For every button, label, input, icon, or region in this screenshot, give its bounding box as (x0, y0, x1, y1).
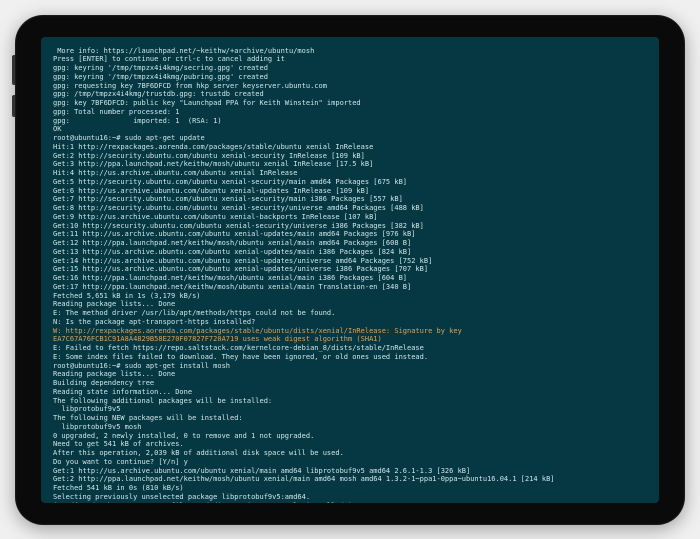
terminal-line: Reading package lists... Done (53, 370, 647, 379)
terminal-line: Get:2 http://ppa.launchpad.net/keithw/mo… (53, 475, 647, 484)
terminal-line: Get:14 http://us.archive.ubuntu.com/ubun… (53, 257, 647, 266)
terminal-line: The following additional packages will b… (53, 397, 647, 406)
terminal-line: Reading state information... Done (53, 388, 647, 397)
terminal-line: gpg: /tmp/tmpzx4i4kmg/trustdb.gpg: trust… (53, 90, 647, 99)
terminal-line: (Reading database ... 93124 files and di… (53, 502, 647, 503)
terminal-line: Hit:4 http://us.archive.ubuntu.com/ubunt… (53, 169, 647, 178)
terminal-line: E: Failed to fetch https://repo.saltstac… (53, 344, 647, 353)
terminal-line: Get:9 http://us.archive.ubuntu.com/ubunt… (53, 213, 647, 222)
terminal-line: More info: https://launchpad.net/~keithw… (53, 47, 647, 56)
terminal-line: 0 upgraded, 2 newly installed, 0 to remo… (53, 432, 647, 441)
terminal-line: Get:17 http://ppa.launchpad.net/keithw/m… (53, 283, 647, 292)
terminal-line: gpg: imported: 1 (RSA: 1) (53, 117, 647, 126)
terminal-line: gpg: key 7BF6DFCD: public key "Launchpad… (53, 99, 647, 108)
terminal-line: Get:5 http://security.ubuntu.com/ubuntu … (53, 178, 647, 187)
terminal-line: Selecting previously unselected package … (53, 493, 647, 502)
terminal-line: The following NEW packages will be insta… (53, 414, 647, 423)
terminal-line: Building dependency tree (53, 379, 647, 388)
device-side-button (12, 95, 15, 117)
terminal-line: Get:3 http://ppa.launchpad.net/keithw/mo… (53, 160, 647, 169)
terminal-line: Fetched 5,651 kB in 1s (3,179 kB/s) (53, 292, 647, 301)
terminal-line: OK (53, 125, 647, 134)
terminal-line: Get:11 http://us.archive.ubuntu.com/ubun… (53, 230, 647, 239)
terminal-line: root@ubuntu16:~# sudo apt-get update (53, 134, 647, 143)
terminal-line: Get:7 http://security.ubuntu.com/ubuntu … (53, 195, 647, 204)
terminal-line: E: The method driver /usr/lib/apt/method… (53, 309, 647, 318)
terminal-line: gpg: keyring '/tmp/tmpzx4i4kmg/secring.g… (53, 64, 647, 73)
device-side-button (12, 55, 15, 85)
terminal-line: gpg: Total number processed: 1 (53, 108, 647, 117)
terminal-line: gpg: requesting key 7BF6DFCD from hkp se… (53, 82, 647, 91)
terminal-line: Do you want to continue? [Y/n] y (53, 458, 647, 467)
terminal-line: libprotobuf9v5 (53, 405, 647, 414)
terminal-line: Need to get 541 kB of archives. (53, 440, 647, 449)
terminal-line: Get:10 http://security.ubuntu.com/ubuntu… (53, 222, 647, 231)
terminal-line: Reading package lists... Done (53, 300, 647, 309)
terminal-line: Get:12 http://ppa.launchpad.net/keithw/m… (53, 239, 647, 248)
terminal-line: Get:15 http://us.archive.ubuntu.com/ubun… (53, 265, 647, 274)
terminal-line: Get:16 http://ppa.launchpad.net/keithw/m… (53, 274, 647, 283)
terminal-line: gpg: keyring '/tmp/tmpzx4i4kmg/pubring.g… (53, 73, 647, 82)
terminal-line: Get:2 http://security.ubuntu.com/ubuntu … (53, 152, 647, 161)
terminal-line: root@ubuntu16:~# sudo apt-get install mo… (53, 362, 647, 371)
terminal-line: Get:1 http://us.archive.ubuntu.com/ubunt… (53, 467, 647, 476)
terminal-line: Get:13 http://us.archive.ubuntu.com/ubun… (53, 248, 647, 257)
terminal-line: W: http://rexpackages.aorenda.com/packag… (53, 327, 647, 345)
terminal-line: Get:8 http://security.ubuntu.com/ubuntu … (53, 204, 647, 213)
terminal-line: Get:6 http://us.archive.ubuntu.com/ubunt… (53, 187, 647, 196)
terminal-line: N: Is the package apt-transport-https in… (53, 318, 647, 327)
terminal-line: Press [ENTER] to continue or ctrl-c to c… (53, 55, 647, 64)
terminal-line: Fetched 541 kB in 0s (810 kB/s) (53, 484, 647, 493)
terminal-line: libprotobuf9v5 mosh (53, 423, 647, 432)
terminal-window[interactable]: More info: https://launchpad.net/~keithw… (41, 37, 659, 503)
tablet-device-frame: More info: https://launchpad.net/~keithw… (15, 15, 685, 525)
terminal-line: E: Some index files failed to download. … (53, 353, 647, 362)
terminal-line: After this operation, 2,039 kB of additi… (53, 449, 647, 458)
terminal-line: Hit:1 http://rexpackages.aorenda.com/pac… (53, 143, 647, 152)
